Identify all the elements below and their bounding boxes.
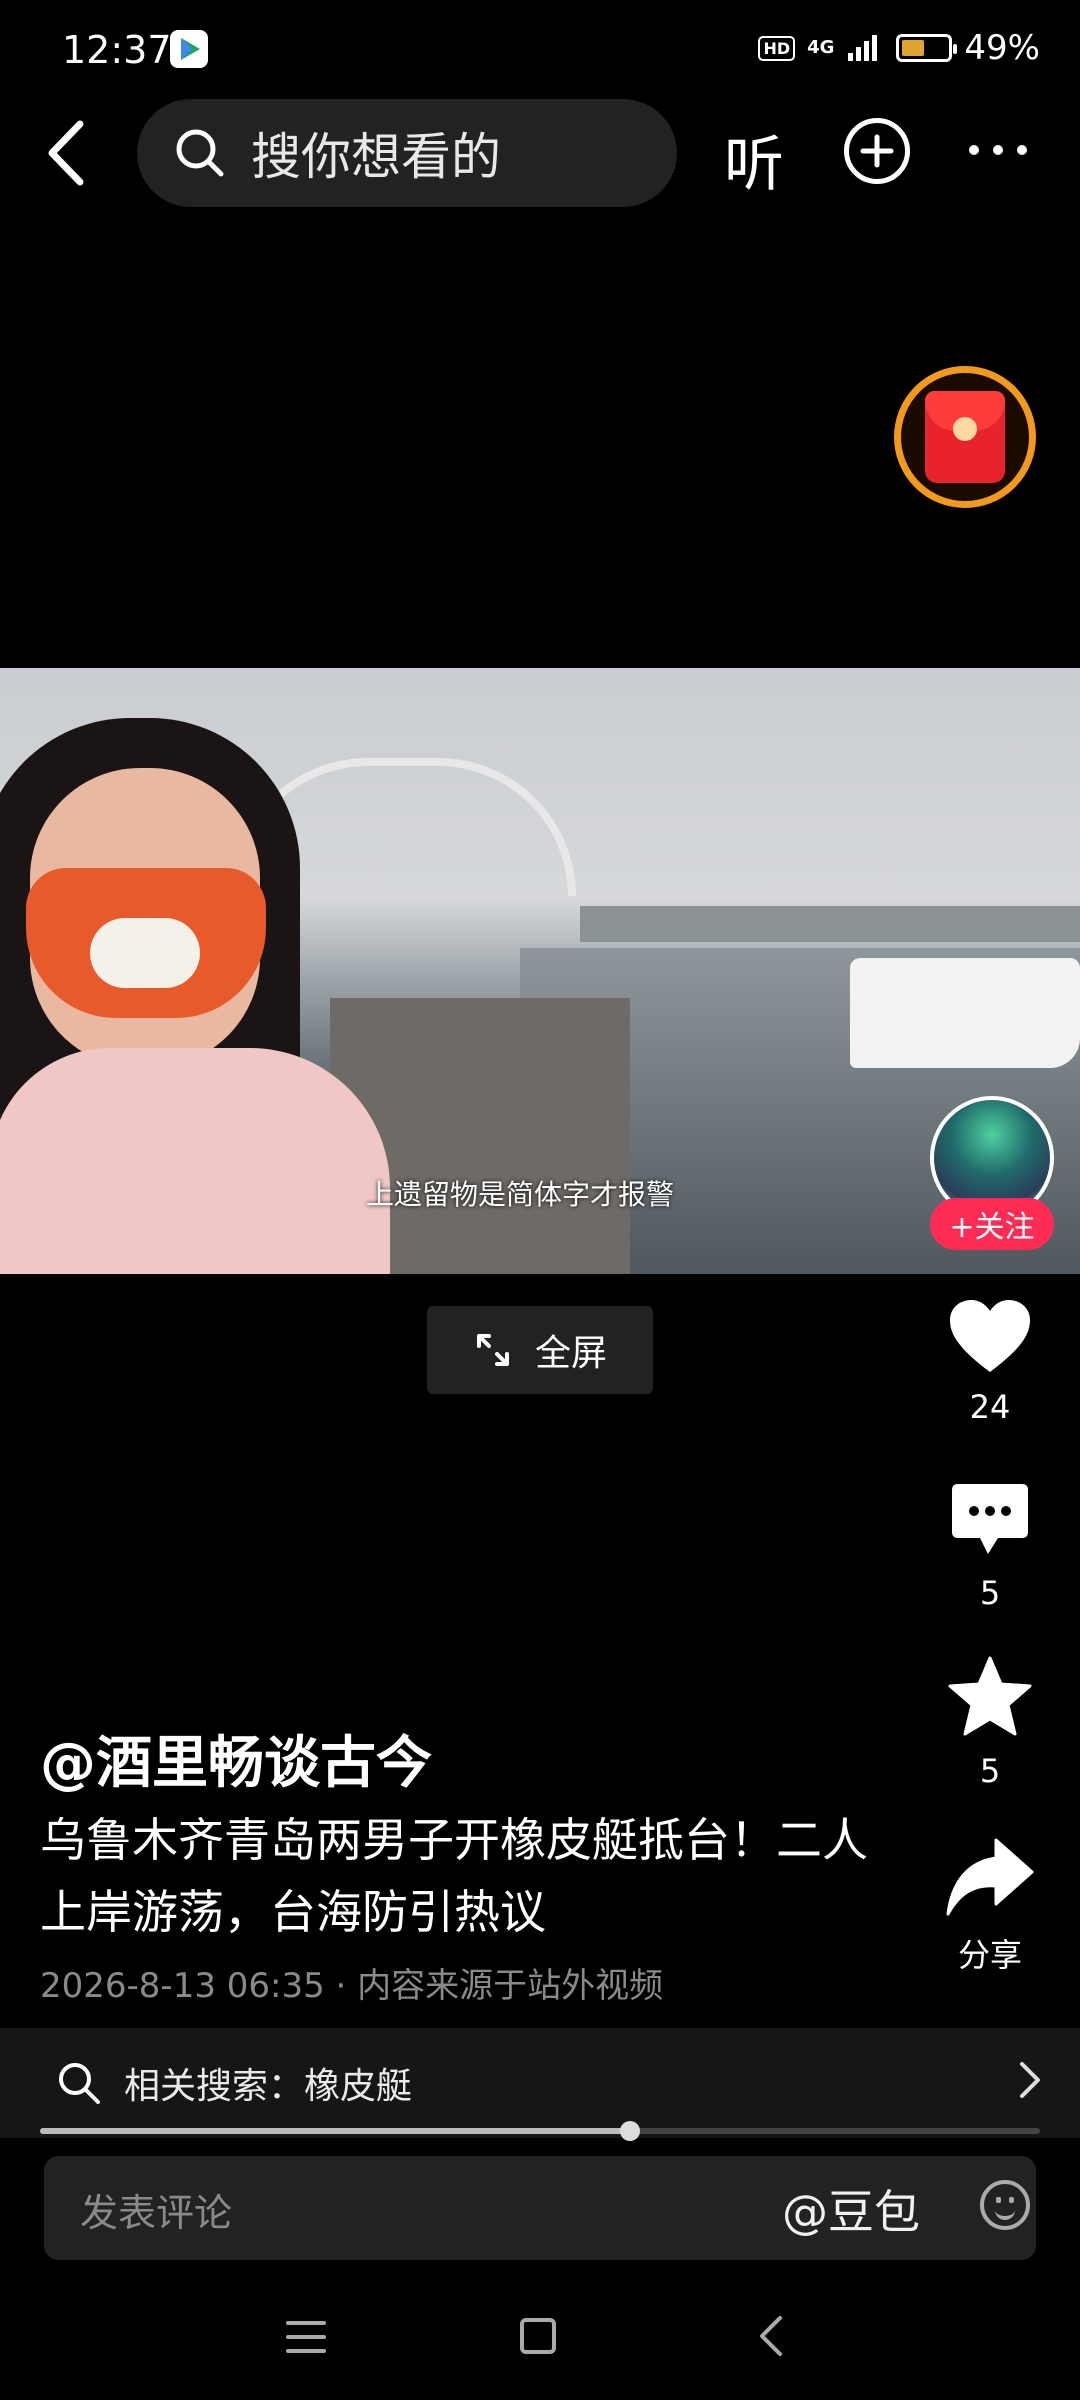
heart-icon (950, 1300, 1030, 1372)
comment-icon (952, 1484, 1028, 1554)
hd-badge: HD (758, 35, 796, 61)
comment-count: 5 (979, 1574, 1001, 1612)
play-store-icon (170, 30, 208, 68)
red-packet-icon (925, 391, 1005, 483)
favorite-button[interactable]: 5 (940, 1656, 1040, 1790)
listen-button[interactable]: 听 (724, 116, 784, 203)
fullscreen-label: 全屏 (534, 1333, 607, 1374)
related-search-label: 相关搜索：橡皮艇 (124, 2066, 413, 2107)
search-placeholder: 搜你想看的 (251, 128, 501, 186)
comment-placeholder: 发表评论 (80, 2191, 233, 2235)
related-search-bar[interactable]: 相关搜索：橡皮艇 (0, 2028, 1080, 2138)
more-options-button[interactable] (966, 140, 1030, 164)
more-icon (969, 145, 1027, 155)
system-menu-button[interactable] (286, 2320, 326, 2358)
fullscreen-button[interactable]: 全屏 (427, 1306, 653, 1394)
status-time: 12:37 (62, 28, 172, 72)
like-button[interactable]: 24 (940, 1298, 1040, 1426)
chevron-right-icon (1018, 2060, 1042, 2104)
comment-button[interactable]: 5 (940, 1480, 1040, 1612)
search-input[interactable]: 搜你想看的 (137, 99, 677, 207)
post-meta: 2026-8-13 06:35 · 内容来源于站外视频 (40, 1966, 664, 2006)
search-icon (59, 2063, 100, 2104)
plus-icon (860, 134, 894, 168)
share-icon (946, 1838, 1034, 1916)
system-back-button[interactable] (756, 2314, 786, 2362)
menu-icon (286, 2321, 326, 2353)
status-indicators: HD 4G 49% (758, 28, 1040, 68)
expand-icon (476, 1334, 509, 1366)
video-person-scarf (0, 1048, 390, 1274)
red-packet-button[interactable] (894, 366, 1036, 508)
video-player[interactable]: 上遗留物是简体字才报警 (0, 668, 1080, 1274)
progress-handle[interactable] (620, 2121, 640, 2141)
author-name[interactable]: @酒里畅谈古今 (40, 1718, 432, 1799)
system-home-button[interactable] (520, 2318, 556, 2354)
doubao-mention-button[interactable]: @豆包 (782, 2176, 920, 2242)
post-title: 乌鲁木齐青岛两男子开橡皮艇抵台！二人上岸游荡，台海防引热议 (40, 1813, 868, 1939)
battery-percent: 49% (964, 28, 1040, 68)
emoji-icon[interactable] (980, 2180, 1030, 2230)
search-icon (176, 129, 224, 177)
battery-icon (896, 34, 958, 62)
star-icon (948, 1656, 1032, 1736)
add-button[interactable] (844, 118, 910, 184)
like-count: 24 (969, 1388, 1011, 1426)
share-button[interactable]: 分享 (940, 1836, 1040, 1976)
follow-button[interactable]: +关注 (930, 1198, 1054, 1250)
share-label: 分享 (957, 1936, 1022, 1974)
favorite-count: 5 (979, 1752, 1001, 1790)
video-mask-mouth (90, 918, 200, 988)
progress-fill (40, 2128, 630, 2134)
back-icon (760, 2316, 782, 2356)
signal-icon (848, 35, 878, 61)
back-button[interactable] (40, 118, 100, 188)
video-skyline (580, 906, 1080, 942)
network-label: 4G (807, 37, 835, 58)
video-boat (850, 958, 1080, 1068)
video-subtitle: 上遗留物是简体字才报警 (365, 1178, 674, 1211)
